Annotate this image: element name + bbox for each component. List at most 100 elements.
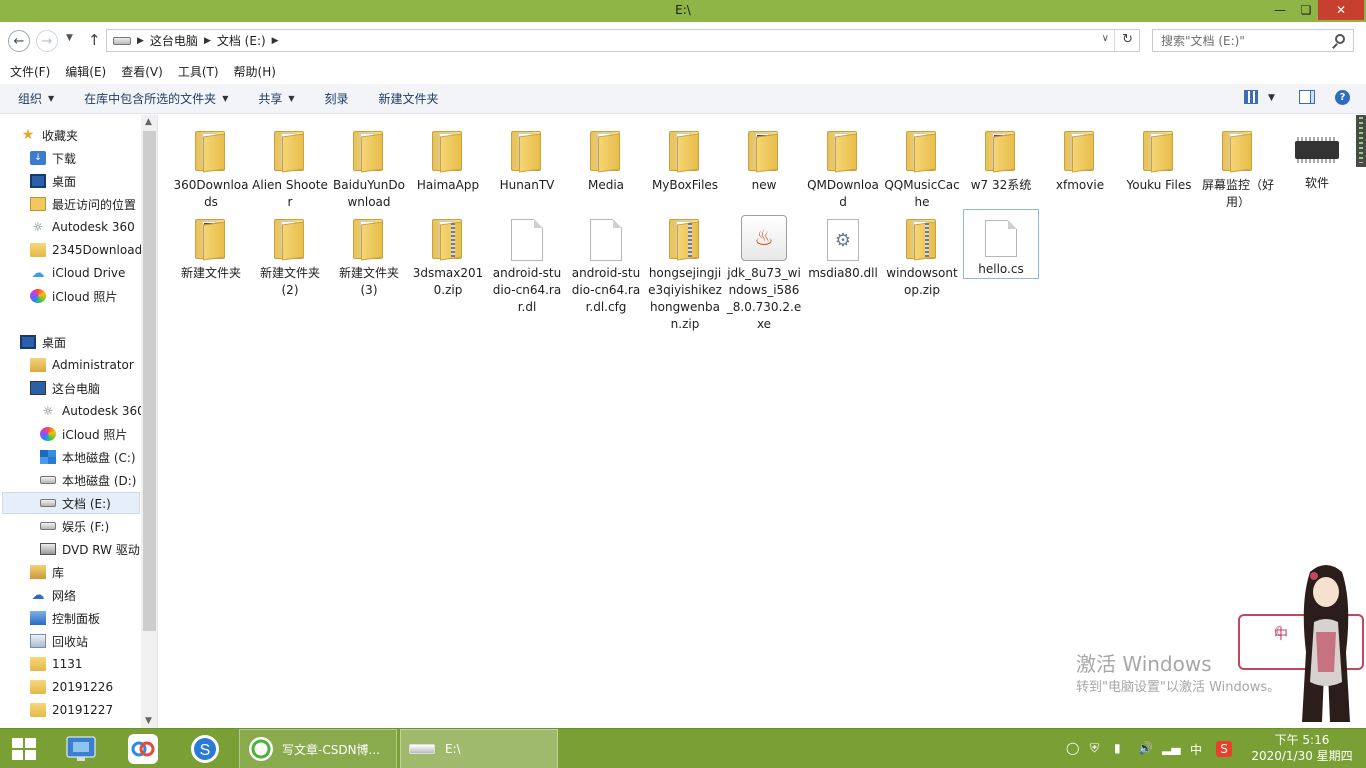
tray-sogou-icon[interactable]: S xyxy=(1216,741,1232,757)
include-in-library-button[interactable]: 在库中包含所选的文件夹 ▼ xyxy=(84,90,228,107)
tray-360-icon[interactable]: ◯ xyxy=(1066,741,1079,755)
file-item[interactable]: hongsejingjie3qiyishikezhongwenban.zip xyxy=(647,209,723,333)
navigation-pane[interactable]: ★ 收藏夹 ↓ 下载 桌面 最近访问的位置 ☼ Autodesk 360 2345Do… xyxy=(0,115,158,728)
nav-control-panel[interactable]: 控制面板 xyxy=(30,607,157,629)
nav-desktop-fav[interactable]: 桌面 xyxy=(30,170,157,192)
nav-folder-1131[interactable]: 1131 xyxy=(30,653,157,675)
taskbar-task-csdn[interactable]: 写文章-CSDN博... xyxy=(239,729,397,768)
minimize-button[interactable]: — xyxy=(1266,0,1294,20)
file-item[interactable]: Alien Shooter xyxy=(252,121,328,211)
folder-icon xyxy=(587,129,625,173)
breadcrumb-drive-e[interactable]: 文档 (E:) xyxy=(217,32,266,49)
tray-ime-indicator[interactable]: 中 xyxy=(1190,741,1202,758)
file-item[interactable]: HaimaApp xyxy=(410,121,486,194)
tray-network-icon[interactable]: ▂▄ xyxy=(1162,741,1180,755)
refresh-icon[interactable]: ↻ xyxy=(1122,32,1133,47)
file-item[interactable]: 3dsmax2010.zip xyxy=(410,209,486,299)
scroll-down-icon[interactable]: ▼ xyxy=(145,716,152,726)
file-item[interactable]: hello.cs xyxy=(963,209,1039,279)
breadcrumb-this-pc[interactable]: 这台电脑 xyxy=(150,32,198,49)
tray-volume-icon[interactable]: 🔊 xyxy=(1138,741,1153,755)
file-item[interactable]: android-studio-cn64.rar.dl.cfg xyxy=(568,209,644,316)
tray-power-icon[interactable]: ▮ xyxy=(1114,741,1121,755)
back-button[interactable]: ← xyxy=(8,30,30,52)
share-button[interactable]: 共享 ▼ xyxy=(258,90,294,107)
caret-down-icon[interactable]: ▼ xyxy=(1268,93,1275,103)
file-item[interactable]: 新建文件夹 xyxy=(173,209,249,282)
maximize-button[interactable]: ❏ xyxy=(1292,0,1320,20)
nav-drive-e[interactable]: 文档 (E:) xyxy=(2,492,140,514)
chevron-right-icon[interactable]: ▶ xyxy=(272,36,279,46)
menu-view[interactable]: 查看(V) xyxy=(121,63,163,80)
file-item[interactable]: new xyxy=(726,121,802,194)
file-item[interactable]: w7 32系统 xyxy=(963,121,1039,194)
nav-folder-20191226[interactable]: 20191226 xyxy=(30,676,157,698)
new-folder-button[interactable]: 新建文件夹 xyxy=(379,90,439,107)
file-item[interactable]: Youku Files xyxy=(1121,121,1197,194)
file-item[interactable]: 软件 xyxy=(1279,121,1355,192)
file-list-area[interactable]: 360Downloads Alien Shooter BaiduYunDownloa… xyxy=(160,115,1354,728)
file-item[interactable]: QMDownload xyxy=(805,121,881,211)
file-item[interactable]: android-studio-cn64.rar.dl xyxy=(489,209,565,316)
start-button[interactable] xyxy=(12,738,38,760)
file-item[interactable]: MyBoxFiles xyxy=(647,121,723,194)
file-item[interactable]: ♨ jdk_8u73_windows_i586_8.0.730.2.exe xyxy=(726,209,802,333)
nav-recycle-bin[interactable]: 回收站 xyxy=(30,630,157,652)
file-item[interactable]: 360Downloads xyxy=(173,121,249,211)
nav-downloads[interactable]: ↓ 下载 xyxy=(30,147,157,169)
system-clock[interactable]: 下午 5:16 2020/1/30 星期四 xyxy=(1250,732,1354,764)
taskbar-task-explorer[interactable]: E:\ xyxy=(400,729,558,768)
taskbar-baidu-netdisk[interactable] xyxy=(123,731,163,767)
nav-network[interactable]: ☁ 网络 xyxy=(30,584,157,606)
help-icon[interactable]: ? xyxy=(1335,90,1350,105)
nav-label: Autodesk 360 xyxy=(52,220,135,234)
close-button[interactable]: ✕ xyxy=(1318,0,1364,20)
change-view-icon[interactable] xyxy=(1244,90,1258,104)
nav-desktop[interactable]: 桌面 xyxy=(20,331,157,353)
nav-folder-20191227[interactable]: 20191227 xyxy=(30,699,157,721)
nav-scrollbar[interactable]: ▲ ▼ xyxy=(141,115,157,728)
file-item[interactable]: QQMusicCache xyxy=(884,121,960,211)
scrollbar-thumb[interactable] xyxy=(143,131,156,631)
nav-autodesk[interactable]: ☼ Autodesk 360 xyxy=(30,216,157,238)
forward-button[interactable]: → xyxy=(36,30,58,52)
taskbar-sogou-browser[interactable]: S xyxy=(185,731,225,767)
file-item[interactable]: ⚙ msdia80.dll xyxy=(805,209,881,282)
burn-button[interactable]: 刻录 xyxy=(325,90,349,107)
menu-file[interactable]: 文件(F) xyxy=(10,63,50,80)
file-item[interactable]: xfmovie xyxy=(1042,121,1118,194)
nav-2345downloads[interactable]: 2345Downloads xyxy=(30,239,157,261)
file-item[interactable]: windowsontop.zip xyxy=(884,209,960,299)
nav-this-pc[interactable]: 这台电脑 xyxy=(30,377,157,399)
chevron-down-icon[interactable]: ∨ xyxy=(1102,33,1109,44)
recent-locations-dropdown[interactable]: ▼ xyxy=(66,33,73,43)
share-label: 共享 xyxy=(258,92,283,106)
organize-button[interactable]: 组织 ▼ xyxy=(18,90,54,107)
file-item[interactable]: 新建文件夹 (3) xyxy=(331,209,407,299)
nav-recent[interactable]: 最近访问的位置 xyxy=(30,193,157,215)
nav-icloud-drive[interactable]: ☁ iCloud Drive xyxy=(30,262,157,284)
file-item[interactable]: 新建文件夹 (2) xyxy=(252,209,328,299)
search-input[interactable] xyxy=(1153,30,1323,51)
tray-shield-icon[interactable]: ⛨ xyxy=(1090,741,1099,756)
search-icon[interactable] xyxy=(1335,34,1345,44)
preview-pane-icon[interactable] xyxy=(1299,90,1315,104)
scroll-up-icon[interactable]: ▲ xyxy=(145,117,152,127)
taskbar-control-panel[interactable] xyxy=(61,731,101,767)
nav-favorites[interactable]: ★ 收藏夹 xyxy=(20,124,157,146)
file-item[interactable]: BaiduYunDownload xyxy=(331,121,407,211)
file-item[interactable]: HunanTV xyxy=(489,121,565,194)
file-item[interactable]: Media xyxy=(568,121,644,194)
menu-tools[interactable]: 工具(T) xyxy=(178,63,219,80)
file-item[interactable]: 屏幕监控（好用） xyxy=(1200,121,1276,211)
nav-library[interactable]: 库 xyxy=(30,561,157,583)
chevron-right-icon[interactable]: ▶ xyxy=(137,36,144,46)
search-box[interactable] xyxy=(1152,29,1354,52)
nav-administrator[interactable]: Administrator xyxy=(30,354,157,376)
menu-help[interactable]: 帮助(H) xyxy=(234,63,276,80)
chevron-right-icon[interactable]: ▶ xyxy=(204,36,211,46)
menu-edit[interactable]: 编辑(E) xyxy=(65,63,106,80)
nav-icloud-photos[interactable]: iCloud 照片 xyxy=(30,285,157,307)
address-bar[interactable]: ▶ 这台电脑 ▶ 文档 (E:) ▶ ∨ ↻ xyxy=(106,29,1140,52)
up-button[interactable]: ↑ xyxy=(88,31,101,49)
